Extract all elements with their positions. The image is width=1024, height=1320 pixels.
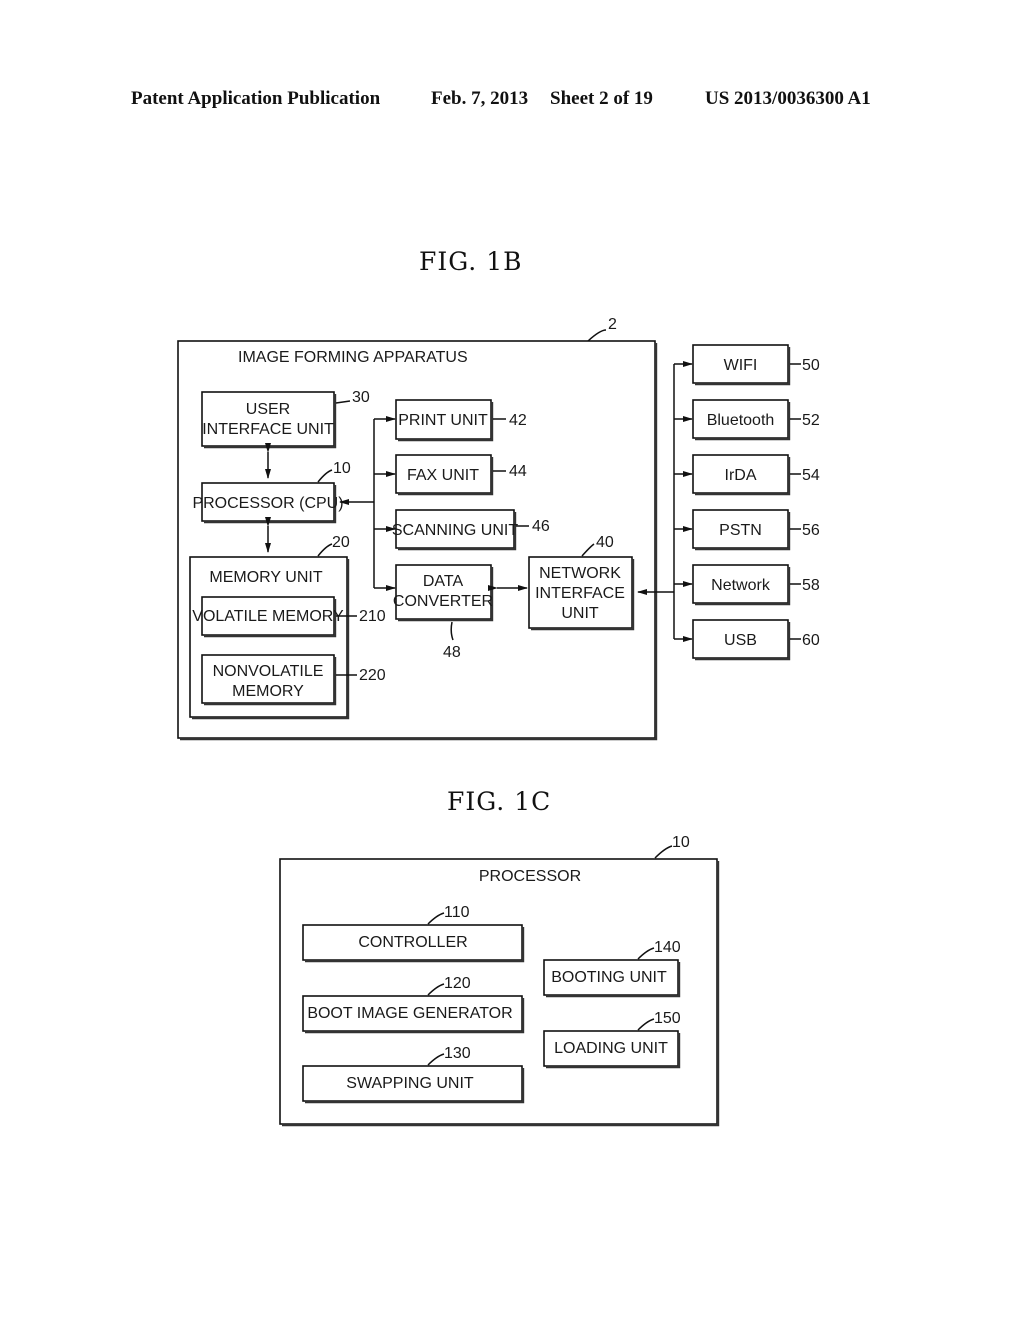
- ref-220: 220: [359, 667, 386, 684]
- ref-110: 110: [444, 904, 470, 921]
- ref-150: 150: [654, 1010, 681, 1027]
- nonvolatile-memory-label-1: NONVOLATILE: [213, 663, 324, 680]
- external-irda: IrDA 54: [674, 454, 820, 496]
- swapping-unit-label: SWAPPING UNIT: [346, 1075, 474, 1092]
- ref-54: 54: [802, 467, 820, 484]
- ref-130: 130: [444, 1045, 471, 1062]
- ref-48: 48: [443, 644, 461, 661]
- processor-cpu-label: PROCESSOR (CPU): [192, 495, 343, 512]
- fax-unit-label: FAX UNIT: [407, 467, 479, 484]
- external-network-label: Network: [711, 577, 771, 594]
- external-usb: USB 60: [674, 619, 820, 661]
- ref-140: 140: [654, 939, 681, 956]
- ref-210: 210: [359, 608, 386, 625]
- boot-image-generator-label: BOOT IMAGE GENERATOR: [307, 1005, 512, 1022]
- external-usb-label: USB: [724, 632, 757, 649]
- loading-unit-label: LOADING UNIT: [554, 1040, 668, 1057]
- image-forming-apparatus-label: IMAGE FORMING APPARATUS: [238, 349, 468, 366]
- ref-30: 30: [352, 389, 370, 406]
- processor-container-label: PROCESSOR: [479, 868, 581, 885]
- network-interface-label-3: UNIT: [561, 605, 599, 622]
- ref-44: 44: [509, 463, 527, 480]
- external-bluetooth: Bluetooth 52: [674, 399, 820, 441]
- nonvolatile-memory-label-2: MEMORY: [232, 683, 304, 700]
- ref-40: 40: [596, 534, 614, 551]
- ref-leader: [654, 845, 673, 859]
- booting-unit-label: BOOTING UNIT: [551, 969, 667, 986]
- ref-58: 58: [802, 577, 820, 594]
- ref-52: 52: [802, 412, 820, 429]
- data-converter-label-1: DATA: [423, 573, 464, 590]
- controller-label: CONTROLLER: [358, 934, 467, 951]
- ref-2: 2: [608, 316, 617, 333]
- external-network: Network 58: [674, 564, 820, 606]
- ref-42: 42: [509, 412, 527, 429]
- data-converter-label-2: CONVERTER: [393, 593, 493, 610]
- ref-120: 120: [444, 975, 471, 992]
- print-unit-label: PRINT UNIT: [398, 412, 488, 429]
- external-pstn-label: PSTN: [719, 522, 762, 539]
- ref-10-processor: 10: [672, 834, 690, 851]
- ref-46: 46: [532, 518, 550, 535]
- ref-60: 60: [802, 632, 820, 649]
- external-irda-label: IrDA: [725, 467, 757, 484]
- user-interface-label-2: INTERFACE UNIT: [202, 421, 334, 438]
- external-bluetooth-label: Bluetooth: [707, 412, 775, 429]
- external-pstn: PSTN 56: [674, 509, 820, 551]
- ref-leader: [587, 329, 607, 342]
- volatile-memory-label: VOLATILE MEMORY: [192, 608, 344, 625]
- memory-unit-label: MEMORY UNIT: [209, 569, 322, 586]
- scanning-unit-label: SCANNING UNIT: [392, 522, 518, 539]
- external-interfaces: WIFI 50 Bluetooth 52 IrDA 54 PSTN 56 Network 58 US…: [674, 344, 820, 661]
- external-wifi-label: WIFI: [724, 357, 758, 374]
- network-interface-label-1: NETWORK: [539, 565, 621, 582]
- ref-10: 10: [333, 460, 351, 477]
- user-interface-label-1: USER: [246, 401, 290, 418]
- ref-56: 56: [802, 522, 820, 539]
- ref-50: 50: [802, 357, 820, 374]
- diagram-canvas: IMAGE FORMING APPARATUS 2 USER INTERFACE…: [177, 316, 820, 1127]
- ref-20: 20: [332, 534, 350, 551]
- external-wifi: WIFI 50: [674, 344, 820, 386]
- network-interface-label-2: INTERFACE: [535, 585, 625, 602]
